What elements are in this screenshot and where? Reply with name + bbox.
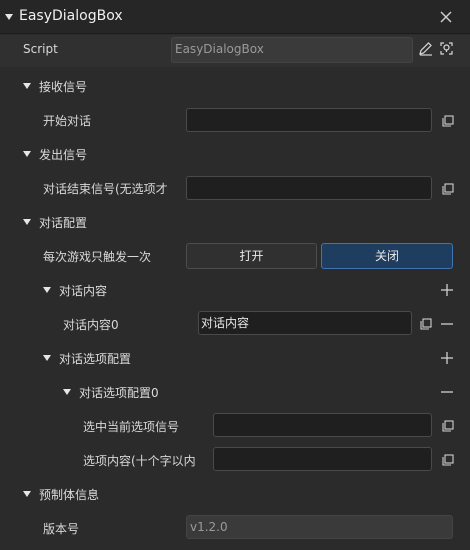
option-text-label: 选项内容(十个字以内 bbox=[83, 454, 196, 468]
component-header: EasyDialogBox bbox=[0, 0, 470, 34]
prefab-section-title: 预制体信息 bbox=[39, 488, 100, 502]
option-item-collapse-icon[interactable] bbox=[63, 389, 71, 395]
prefab-collapse-icon[interactable] bbox=[23, 491, 31, 497]
collapse-arrow-icon[interactable] bbox=[5, 14, 13, 20]
receive-collapse-icon[interactable] bbox=[23, 83, 31, 89]
off-button[interactable]: 关闭 bbox=[321, 243, 453, 269]
select-signal-label: 选中当前选项信号 bbox=[83, 420, 180, 434]
remove-option-icon[interactable] bbox=[440, 385, 454, 399]
end-signal-field[interactable] bbox=[186, 176, 432, 200]
trigger-once-label: 每次游戏只触发一次 bbox=[43, 250, 152, 264]
content-collapse-icon[interactable] bbox=[43, 287, 51, 293]
copy-icon[interactable] bbox=[442, 420, 454, 432]
version-field: v1.2.0 bbox=[186, 515, 453, 539]
copy-icon[interactable] bbox=[420, 318, 432, 330]
content-item-field[interactable]: 对话内容 bbox=[198, 311, 412, 335]
content-section-title: 对话内容 bbox=[59, 284, 108, 298]
send-collapse-icon[interactable] bbox=[23, 151, 31, 157]
content-item-label: 对话内容0 bbox=[63, 318, 119, 332]
remove-content-icon[interactable] bbox=[440, 317, 454, 331]
option-text-field[interactable] bbox=[213, 447, 432, 471]
send-section-title: 发出信号 bbox=[39, 148, 88, 162]
on-button[interactable]: 打开 bbox=[186, 243, 317, 269]
script-label: Script bbox=[23, 42, 58, 56]
start-dialog-field[interactable] bbox=[186, 108, 432, 132]
copy-icon[interactable] bbox=[442, 115, 454, 127]
version-label: 版本号 bbox=[43, 522, 80, 536]
options-section-title: 对话选项配置 bbox=[59, 352, 132, 366]
script-field: EasyDialogBox bbox=[171, 37, 413, 63]
start-dialog-label: 开始对话 bbox=[43, 114, 92, 128]
end-signal-label: 对话结束信号(无选项才 bbox=[43, 182, 168, 196]
copy-icon[interactable] bbox=[442, 454, 454, 466]
close-icon[interactable] bbox=[437, 8, 455, 26]
add-content-icon[interactable] bbox=[440, 283, 454, 297]
component-title: EasyDialogBox bbox=[19, 8, 123, 24]
add-option-icon[interactable] bbox=[440, 351, 454, 365]
copy-icon[interactable] bbox=[442, 183, 454, 195]
select-signal-field[interactable] bbox=[213, 413, 432, 437]
receive-section-title: 接收信号 bbox=[39, 80, 88, 94]
config-collapse-icon[interactable] bbox=[23, 219, 31, 225]
options-collapse-icon[interactable] bbox=[43, 355, 51, 361]
option-item-title: 对话选项配置0 bbox=[79, 386, 159, 400]
edit-icon[interactable] bbox=[418, 41, 433, 56]
locate-icon[interactable] bbox=[438, 40, 455, 57]
config-section-title: 对话配置 bbox=[39, 216, 88, 230]
